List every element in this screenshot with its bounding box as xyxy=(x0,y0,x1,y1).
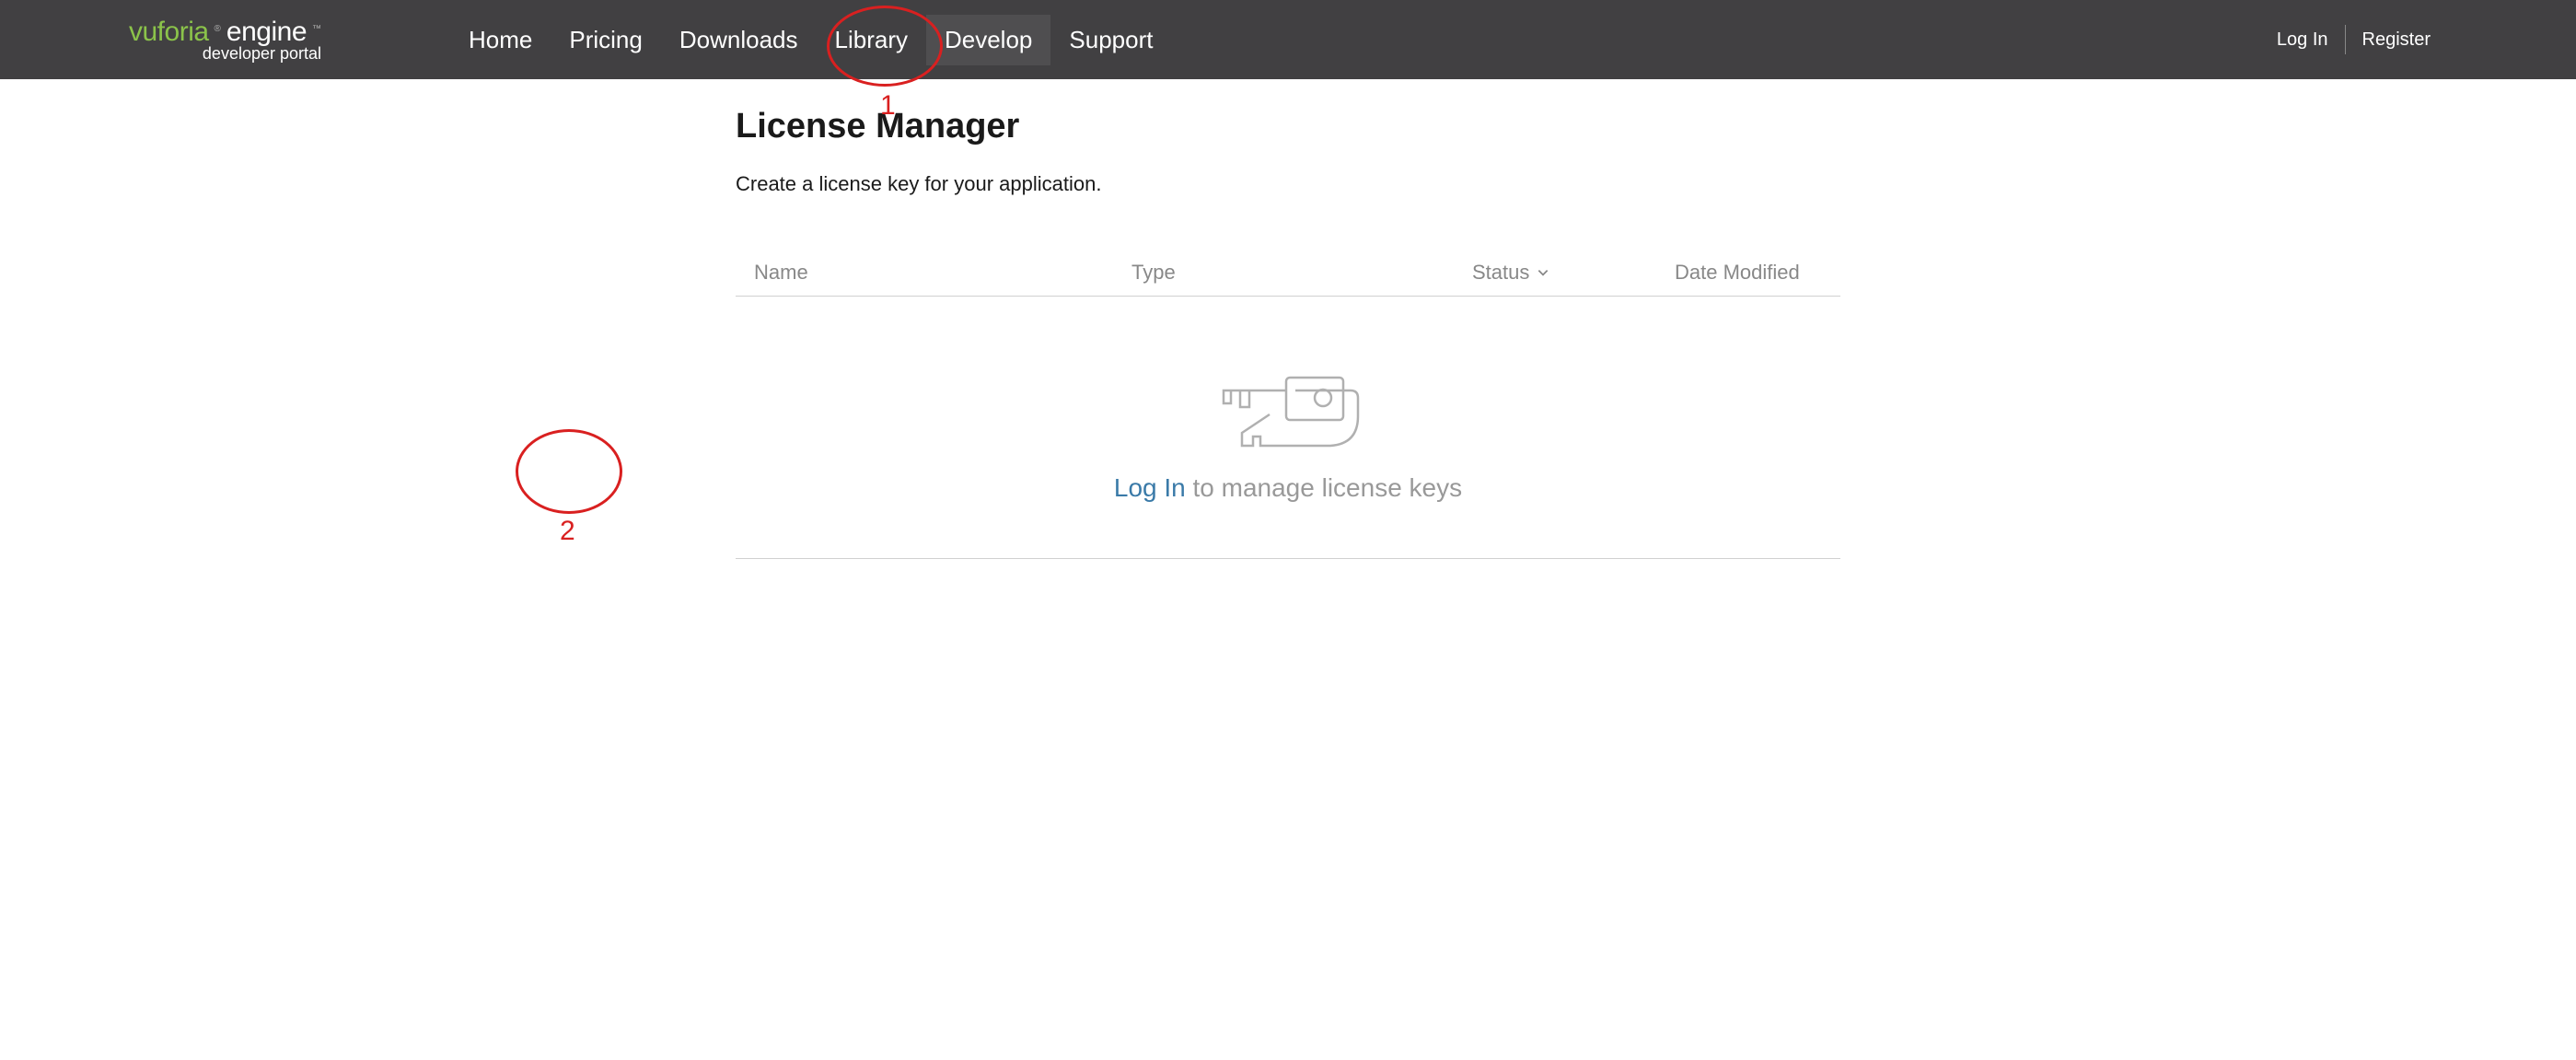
logo-registered-icon: ® xyxy=(215,24,221,34)
logo-subtitle: developer portal xyxy=(129,44,321,64)
table-header: Name Type Status Date Modified xyxy=(736,261,1840,297)
nav-pricing[interactable]: Pricing xyxy=(551,15,660,65)
th-name[interactable]: Name xyxy=(754,261,1131,285)
login-link[interactable]: Log In xyxy=(2260,26,2345,54)
logo-trademark-icon: ™ xyxy=(312,24,321,34)
nav-library[interactable]: Library xyxy=(817,15,926,65)
nav-develop[interactable]: Develop xyxy=(926,15,1050,65)
nav-downloads[interactable]: Downloads xyxy=(661,15,817,65)
keys-icon xyxy=(1214,370,1362,462)
empty-suffix: to manage license keys xyxy=(1186,473,1462,502)
th-status[interactable]: Status xyxy=(1472,261,1675,285)
logo-line1: vuforia ® engine ™ xyxy=(129,17,321,48)
nav-support[interactable]: Support xyxy=(1050,15,1171,65)
header: vuforia ® engine ™ developer portal Home P… xyxy=(0,0,2576,79)
annotation-circle-2 xyxy=(516,429,622,514)
page-title: License Manager xyxy=(736,107,1840,146)
register-link[interactable]: Register xyxy=(2346,26,2447,54)
th-status-label: Status xyxy=(1472,261,1529,285)
logo[interactable]: vuforia ® engine ™ developer portal xyxy=(37,17,377,64)
logo-brand: vuforia xyxy=(129,17,209,48)
logo-suffix: engine xyxy=(226,17,307,48)
content: License Manager Create a license key for… xyxy=(717,79,1859,587)
annotation-label-2: 2 xyxy=(560,516,575,547)
empty-state: Log In to manage license keys xyxy=(736,297,1840,559)
main-nav: Home Pricing Downloads Library Develop S… xyxy=(450,15,1171,65)
auth-area: Log In Register xyxy=(2260,25,2539,54)
page-subtitle: Create a license key for your applicatio… xyxy=(736,172,1840,196)
th-type[interactable]: Type xyxy=(1131,261,1472,285)
chevron-down-icon xyxy=(1537,266,1549,279)
empty-login-link[interactable]: Log In xyxy=(1114,473,1186,502)
nav-home[interactable]: Home xyxy=(450,15,551,65)
empty-text: Log In to manage license keys xyxy=(1114,473,1462,503)
th-date[interactable]: Date Modified xyxy=(1675,261,1822,285)
